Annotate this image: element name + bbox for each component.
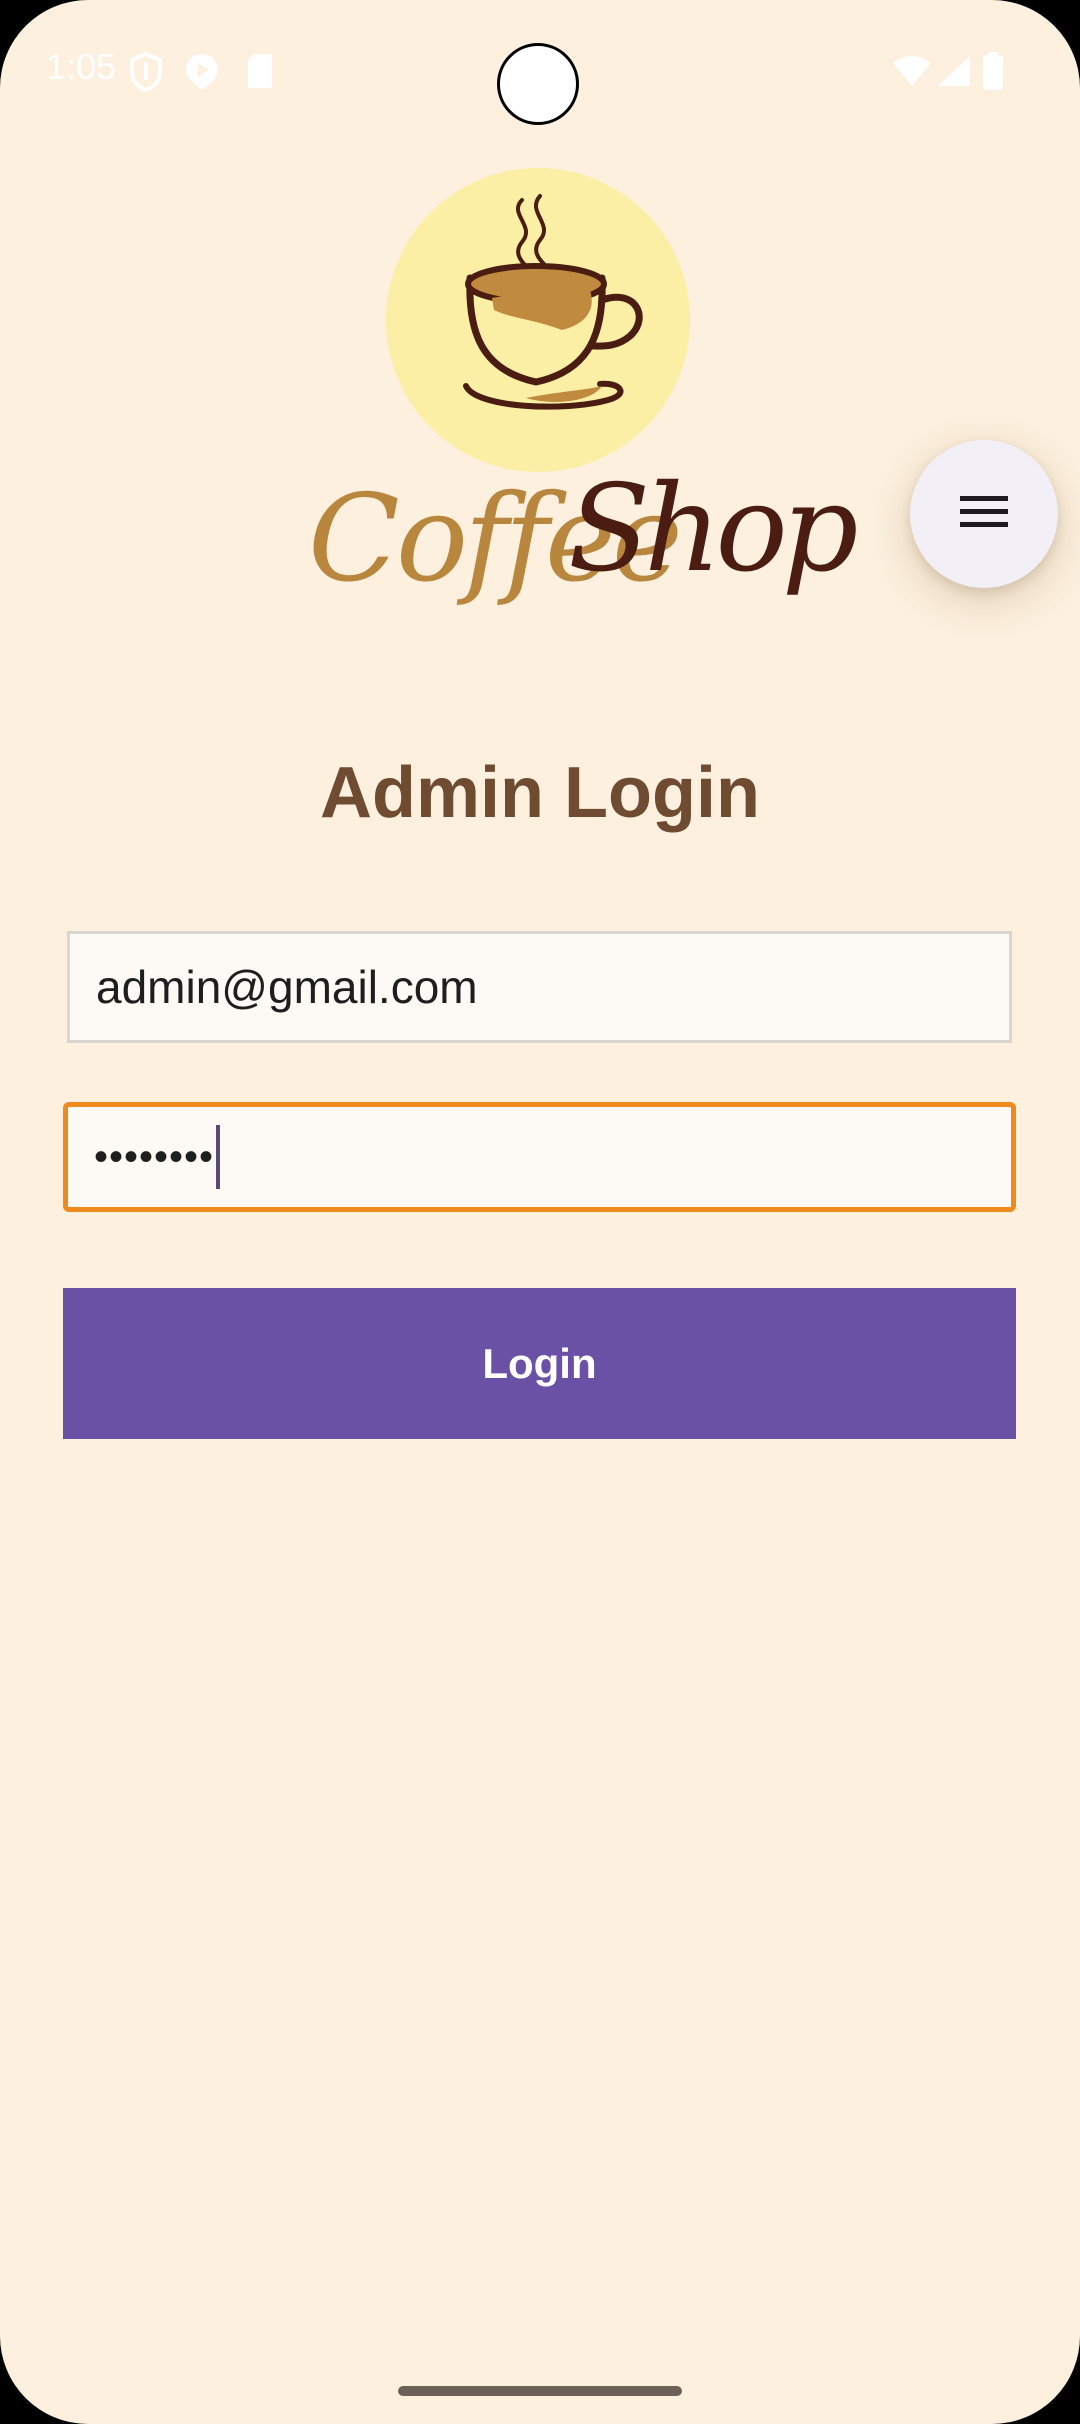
battery-icon [982,52,1004,95]
vpn-shield-icon [128,51,164,97]
login-button[interactable]: Login [63,1288,1016,1439]
menu-button[interactable] [910,440,1058,588]
home-indicator[interactable] [398,2386,682,2396]
status-time: 1:05 [46,46,117,87]
sd-card-icon [244,52,276,95]
login-screen: 1:05 Coffee Shop Admin Login admin@gmail… [0,0,1080,2424]
wifi-icon [892,54,932,93]
menu-icon [960,494,1008,535]
text-cursor [216,1125,221,1189]
email-field[interactable]: admin@gmail.com [67,931,1012,1043]
play-store-icon [184,52,220,97]
password-field[interactable]: •••••••• [63,1102,1016,1212]
email-value: admin@gmail.com [96,961,478,1013]
camera-cutout [497,43,579,125]
password-value: •••••••• [94,1134,215,1179]
coffee-shop-logo: Coffee Shop [300,160,859,650]
page-title: Admin Login [320,753,760,833]
logo-word-shop: Shop [568,460,859,599]
cell-signal-icon [936,54,972,93]
